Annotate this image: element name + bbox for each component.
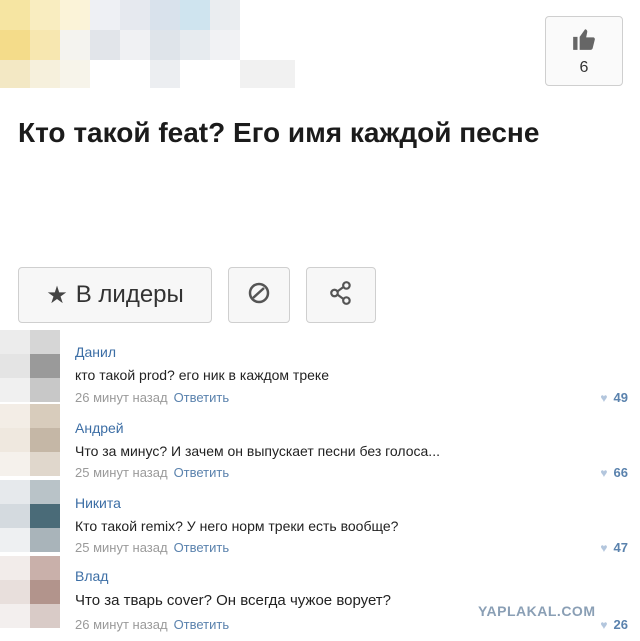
block-button[interactable] (228, 267, 290, 323)
comment-meta: 25 минут назад Ответить (75, 465, 229, 480)
heart-icon: ♥ (600, 466, 608, 480)
comment-text: Что за тварь cover? Он всегда чужое вору… (75, 592, 392, 609)
share-icon (328, 280, 354, 311)
heart-icon: ♥ (600, 391, 608, 405)
comment-item: Влад Что за тварь cover? Он всегда чужое… (0, 556, 640, 641)
comment-item: Андрей Что за минус? И зачем он выпускае… (0, 404, 640, 480)
comment-likes[interactable]: ♥ 66 (600, 465, 628, 480)
comment-time: 25 минут назад (75, 465, 168, 480)
comment-like-count: 66 (613, 465, 628, 480)
site-watermark: YAPLAKAL.COM (478, 603, 596, 619)
comment-text: Кто такой remix? У него норм треки есть … (75, 518, 399, 534)
to-leaders-button[interactable]: ★ В лидеры (18, 267, 212, 323)
reply-link[interactable]: Ответить (174, 465, 230, 480)
comment-author[interactable]: Данил (75, 344, 116, 360)
block-icon (247, 281, 271, 310)
reply-link[interactable]: Ответить (174, 540, 230, 555)
heart-icon: ♥ (600, 541, 608, 555)
reply-link[interactable]: Ответить (174, 617, 230, 632)
comment-time: 26 минут назад (75, 390, 168, 405)
comment-like-count: 26 (613, 617, 628, 632)
comment-text: кто такой prod? его ник в каждом треке (75, 367, 329, 383)
comment-author[interactable]: Никита (75, 495, 121, 511)
comment-meta: 26 минут назад Ответить (75, 617, 229, 632)
star-icon: ★ (46, 281, 68, 309)
comment-author[interactable]: Андрей (75, 420, 124, 436)
like-count: 6 (579, 58, 589, 76)
comment-likes[interactable]: ♥ 47 (600, 540, 628, 555)
comment-like-count: 47 (613, 540, 628, 555)
like-button[interactable]: 6 (545, 16, 623, 86)
comment-time: 26 минут назад (75, 617, 168, 632)
to-leaders-label: В лидеры (75, 281, 184, 308)
comment-likes[interactable]: ♥ 49 (600, 390, 628, 405)
comment-time: 25 минут назад (75, 540, 168, 555)
comment-text: Что за минус? И зачем он выпускает песни… (75, 443, 440, 459)
share-button[interactable] (306, 267, 376, 323)
reply-link[interactable]: Ответить (174, 390, 230, 405)
heart-icon: ♥ (600, 618, 608, 632)
thumbs-up-icon (571, 26, 597, 57)
comment-meta: 26 минут назад Ответить (75, 390, 229, 405)
comment-item: Никита Кто такой remix? У него норм трек… (0, 480, 640, 555)
comment-item: Данил кто такой prod? его ник в каждом т… (0, 330, 640, 405)
comment-likes[interactable]: ♥ 26 (600, 617, 628, 632)
comment-meta: 25 минут назад Ответить (75, 540, 229, 555)
comment-like-count: 49 (613, 390, 628, 405)
post-title: Кто такой feat? Его имя каждой песне (18, 117, 540, 148)
comment-author[interactable]: Влад (75, 568, 108, 584)
